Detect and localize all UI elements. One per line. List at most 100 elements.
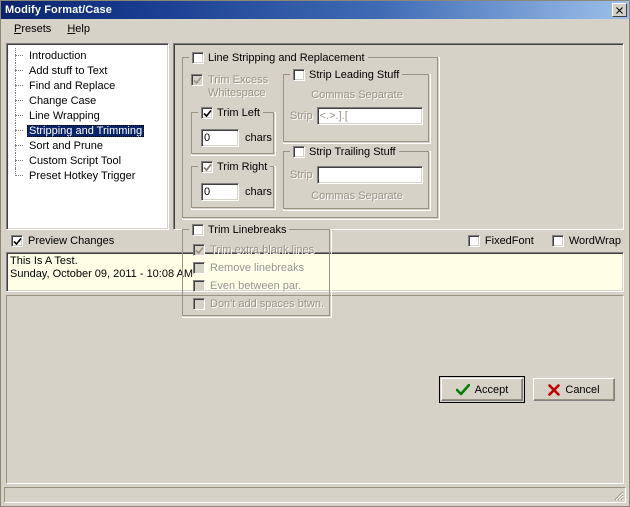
strip-leading-field-label: Strip xyxy=(290,110,313,122)
trim-linebreaks-checkbox[interactable] xyxy=(192,224,204,236)
word-wrap-label: WordWrap xyxy=(568,235,621,247)
tree-item-label: Add stuff to Text xyxy=(29,64,108,77)
line-stripping-group: Line Stripping and Replacement Trim Exce… xyxy=(182,51,440,220)
line-stripping-group-label: Line Stripping and Replacement xyxy=(208,52,365,64)
strip-trailing-group-header[interactable]: Strip Trailing Stuff xyxy=(290,145,399,159)
accept-button-label: Accept xyxy=(474,383,509,396)
even-between-par-label: Even between par. xyxy=(210,280,302,292)
tree-item-label: Custom Script Tool xyxy=(29,154,122,167)
menu-presets[interactable]: PPresetsresets xyxy=(6,21,59,37)
strip-trailing-input[interactable] xyxy=(316,166,423,184)
trim-excess-whitespace-label-line2: Whitespace xyxy=(208,87,266,99)
trim-extra-blank-lines-label: Trim extra blank lines xyxy=(210,244,315,256)
dont-add-spaces-option[interactable]: Don't add spaces btwn. xyxy=(193,298,324,310)
trim-right-group-label: Trim Right xyxy=(217,161,268,173)
trim-linebreaks-group-label: Trim Linebreaks xyxy=(208,224,287,236)
fixed-font-checkbox[interactable] xyxy=(467,235,480,247)
line-stripping-checkbox[interactable] xyxy=(192,52,204,64)
trim-left-checkbox[interactable] xyxy=(201,107,213,119)
tree-item-find-and-replace[interactable]: Find and Replace xyxy=(7,78,168,93)
trim-excess-whitespace-checkbox[interactable] xyxy=(191,74,203,86)
fixed-font-option[interactable]: FixedFont xyxy=(467,235,534,247)
tree-item-stripping-and-trimming[interactable]: Stripping and Trimming xyxy=(7,123,168,138)
navigation-tree[interactable]: Introduction Add stuff to Text Find and … xyxy=(6,43,169,230)
resize-grip-icon[interactable] xyxy=(612,489,624,501)
cancel-button[interactable]: Cancel xyxy=(533,378,615,401)
tree-item-line-wrapping[interactable]: Line Wrapping xyxy=(7,108,168,123)
checkmark-icon xyxy=(455,383,470,395)
trim-extra-blank-lines-checkbox[interactable] xyxy=(193,244,205,256)
tree-item-label: Preset Hotkey Trigger xyxy=(29,169,136,182)
fixed-font-label: FixedFont xyxy=(484,235,534,247)
tree-connector-icon xyxy=(11,63,27,78)
menu-help[interactable]: Help xyxy=(59,21,98,37)
dialog-window: Modify Format/Case PPresetsresets Help I… xyxy=(0,0,630,507)
close-icon xyxy=(616,6,623,14)
strip-trailing-field-label: Strip xyxy=(290,169,313,181)
tree-item-custom-script-tool[interactable]: Custom Script Tool xyxy=(7,153,168,168)
trim-left-group-header[interactable]: Trim Left xyxy=(198,106,263,120)
strip-leading-group-header[interactable]: Strip Leading Stuff xyxy=(290,68,403,82)
trim-linebreaks-group: Trim Linebreaks Trim extra blank lines R… xyxy=(182,223,332,318)
strip-leading-group: Strip Leading Stuff Commas Separate Stri… xyxy=(283,68,431,144)
tree-item-preset-hotkey-trigger[interactable]: Preset Hotkey Trigger xyxy=(7,168,168,183)
trim-left-group-label: Trim Left xyxy=(217,107,260,119)
strip-leading-hint: Commas Separate xyxy=(311,89,403,101)
tree-connector-icon xyxy=(11,48,27,63)
checkmark-icon xyxy=(202,163,212,171)
strip-leading-input[interactable]: <.>.].[ xyxy=(316,107,423,125)
trim-right-chars-input[interactable]: 0 xyxy=(201,183,239,201)
dont-add-spaces-label: Don't add spaces btwn. xyxy=(210,298,325,310)
options-panel: Line Stripping and Replacement Trim Exce… xyxy=(173,43,624,318)
trim-extra-blank-lines-option[interactable]: Trim extra blank lines xyxy=(193,244,314,256)
even-between-par-option[interactable]: Even between par. xyxy=(193,280,301,292)
word-wrap-option[interactable]: WordWrap xyxy=(551,235,621,247)
trim-right-units-label: chars xyxy=(245,186,272,198)
checkmark-icon xyxy=(202,109,212,117)
tree-item-add-stuff-to-text[interactable]: Add stuff to Text xyxy=(7,63,168,78)
tree-connector-icon xyxy=(11,138,27,153)
line-stripping-group-header[interactable]: Line Stripping and Replacement xyxy=(189,51,368,65)
dialog-body: Introduction Add stuff to Text Find and … xyxy=(1,39,629,318)
title-bar: Modify Format/Case xyxy=(1,1,629,19)
strip-leading-checkbox[interactable] xyxy=(293,69,305,81)
cross-icon xyxy=(548,383,561,396)
trim-excess-whitespace-label-line1: Trim Excess xyxy=(208,74,269,86)
preview-changes-label: Preview Changes xyxy=(28,235,115,247)
tree-item-label: Change Case xyxy=(29,94,97,107)
cancel-button-label: Cancel xyxy=(565,383,600,396)
trim-left-chars-input[interactable]: 0 xyxy=(201,129,239,147)
checkmark-icon xyxy=(12,237,22,245)
trim-right-checkbox[interactable] xyxy=(201,161,213,173)
tree-item-label: Sort and Prune xyxy=(29,139,103,152)
close-button[interactable] xyxy=(612,3,627,17)
preview-changes-checkbox[interactable] xyxy=(11,235,23,247)
strip-trailing-hint: Commas Separate xyxy=(311,190,403,202)
strip-leading-group-label: Strip Leading Stuff xyxy=(309,69,400,81)
tree-connector-icon xyxy=(11,168,27,183)
checkmark-icon xyxy=(192,76,202,84)
remove-linebreaks-checkbox[interactable] xyxy=(193,262,205,274)
menu-bar: PPresetsresets Help xyxy=(1,19,629,39)
remove-linebreaks-label: Remove linebreaks xyxy=(210,262,305,274)
accept-button[interactable]: Accept xyxy=(439,376,525,403)
tree-connector-icon xyxy=(11,93,27,108)
tree-item-sort-and-prune[interactable]: Sort and Prune xyxy=(7,138,168,153)
trim-left-units-label: chars xyxy=(245,132,272,144)
remove-linebreaks-option[interactable]: Remove linebreaks xyxy=(193,262,304,274)
trim-excess-whitespace-option[interactable]: Trim Excess Whitespace xyxy=(191,74,268,100)
word-wrap-checkbox[interactable] xyxy=(551,235,564,247)
tree-item-introduction[interactable]: Introduction xyxy=(7,48,168,63)
trim-right-group-header[interactable]: Trim Right xyxy=(198,160,271,174)
checkmark-icon xyxy=(194,246,204,254)
dont-add-spaces-checkbox[interactable] xyxy=(193,298,205,310)
trim-linebreaks-group-header[interactable]: Trim Linebreaks xyxy=(189,223,290,237)
tree-item-label: Find and Replace xyxy=(29,79,116,92)
strip-trailing-group: Strip Trailing Stuff Strip Commas Separa… xyxy=(283,145,431,211)
tree-item-change-case[interactable]: Change Case xyxy=(7,93,168,108)
trim-right-group: Trim Right 0 chars xyxy=(191,160,276,210)
even-between-par-checkbox[interactable] xyxy=(193,280,205,292)
strip-trailing-checkbox[interactable] xyxy=(293,146,305,158)
tree-item-label: Introduction xyxy=(29,49,87,62)
tree-item-label: Stripping and Trimming xyxy=(27,124,145,137)
